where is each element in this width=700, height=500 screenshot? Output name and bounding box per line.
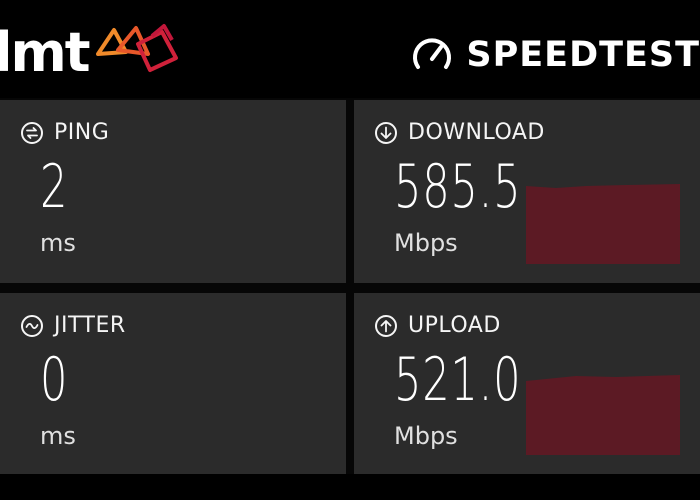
upload-unit: Mbps <box>394 422 458 450</box>
brand-logo-text: lmt <box>0 21 91 84</box>
speedtest-brand: SPEEDTEST <box>410 30 700 80</box>
download-speed-graph <box>526 184 680 264</box>
jitter-header: JITTER <box>20 313 126 339</box>
ping-value: 2 <box>40 152 69 222</box>
jitter-value: 0 <box>40 345 69 415</box>
jitter-wave-icon <box>21 315 43 337</box>
download-header: DOWNLOAD <box>374 120 545 146</box>
download-card: DOWNLOAD 585.5 Mbps <box>354 100 700 283</box>
download-label: DOWNLOAD <box>408 120 545 145</box>
download-unit: Mbps <box>394 229 458 257</box>
upload-label: UPLOAD <box>408 313 501 338</box>
jitter-unit: ms <box>40 422 76 450</box>
upload-card: UPLOAD 521.0 Mbps <box>354 293 700 474</box>
download-value: 585.5 <box>394 152 522 222</box>
upload-speed-graph <box>526 375 680 455</box>
speedometer-icon <box>413 38 452 69</box>
ping-arrows-icon <box>21 122 43 144</box>
upload-header: UPLOAD <box>374 313 501 339</box>
ping-label: PING <box>54 120 110 145</box>
ping-header: PING <box>20 120 109 146</box>
header-bar: lmt SPEEDTEST <box>0 0 700 98</box>
download-arrow-icon <box>375 122 397 144</box>
upload-arrow-icon <box>375 315 397 337</box>
upload-value: 521.0 <box>394 345 522 415</box>
jitter-label: JITTER <box>54 313 126 338</box>
jitter-card: JITTER 0 ms <box>0 293 346 474</box>
speedtest-title: SPEEDTEST <box>466 35 700 75</box>
ping-unit: ms <box>40 229 76 257</box>
bottom-strip <box>0 474 700 500</box>
ping-card: PING 2 ms <box>0 100 346 283</box>
brand-logo-icon <box>96 24 178 72</box>
